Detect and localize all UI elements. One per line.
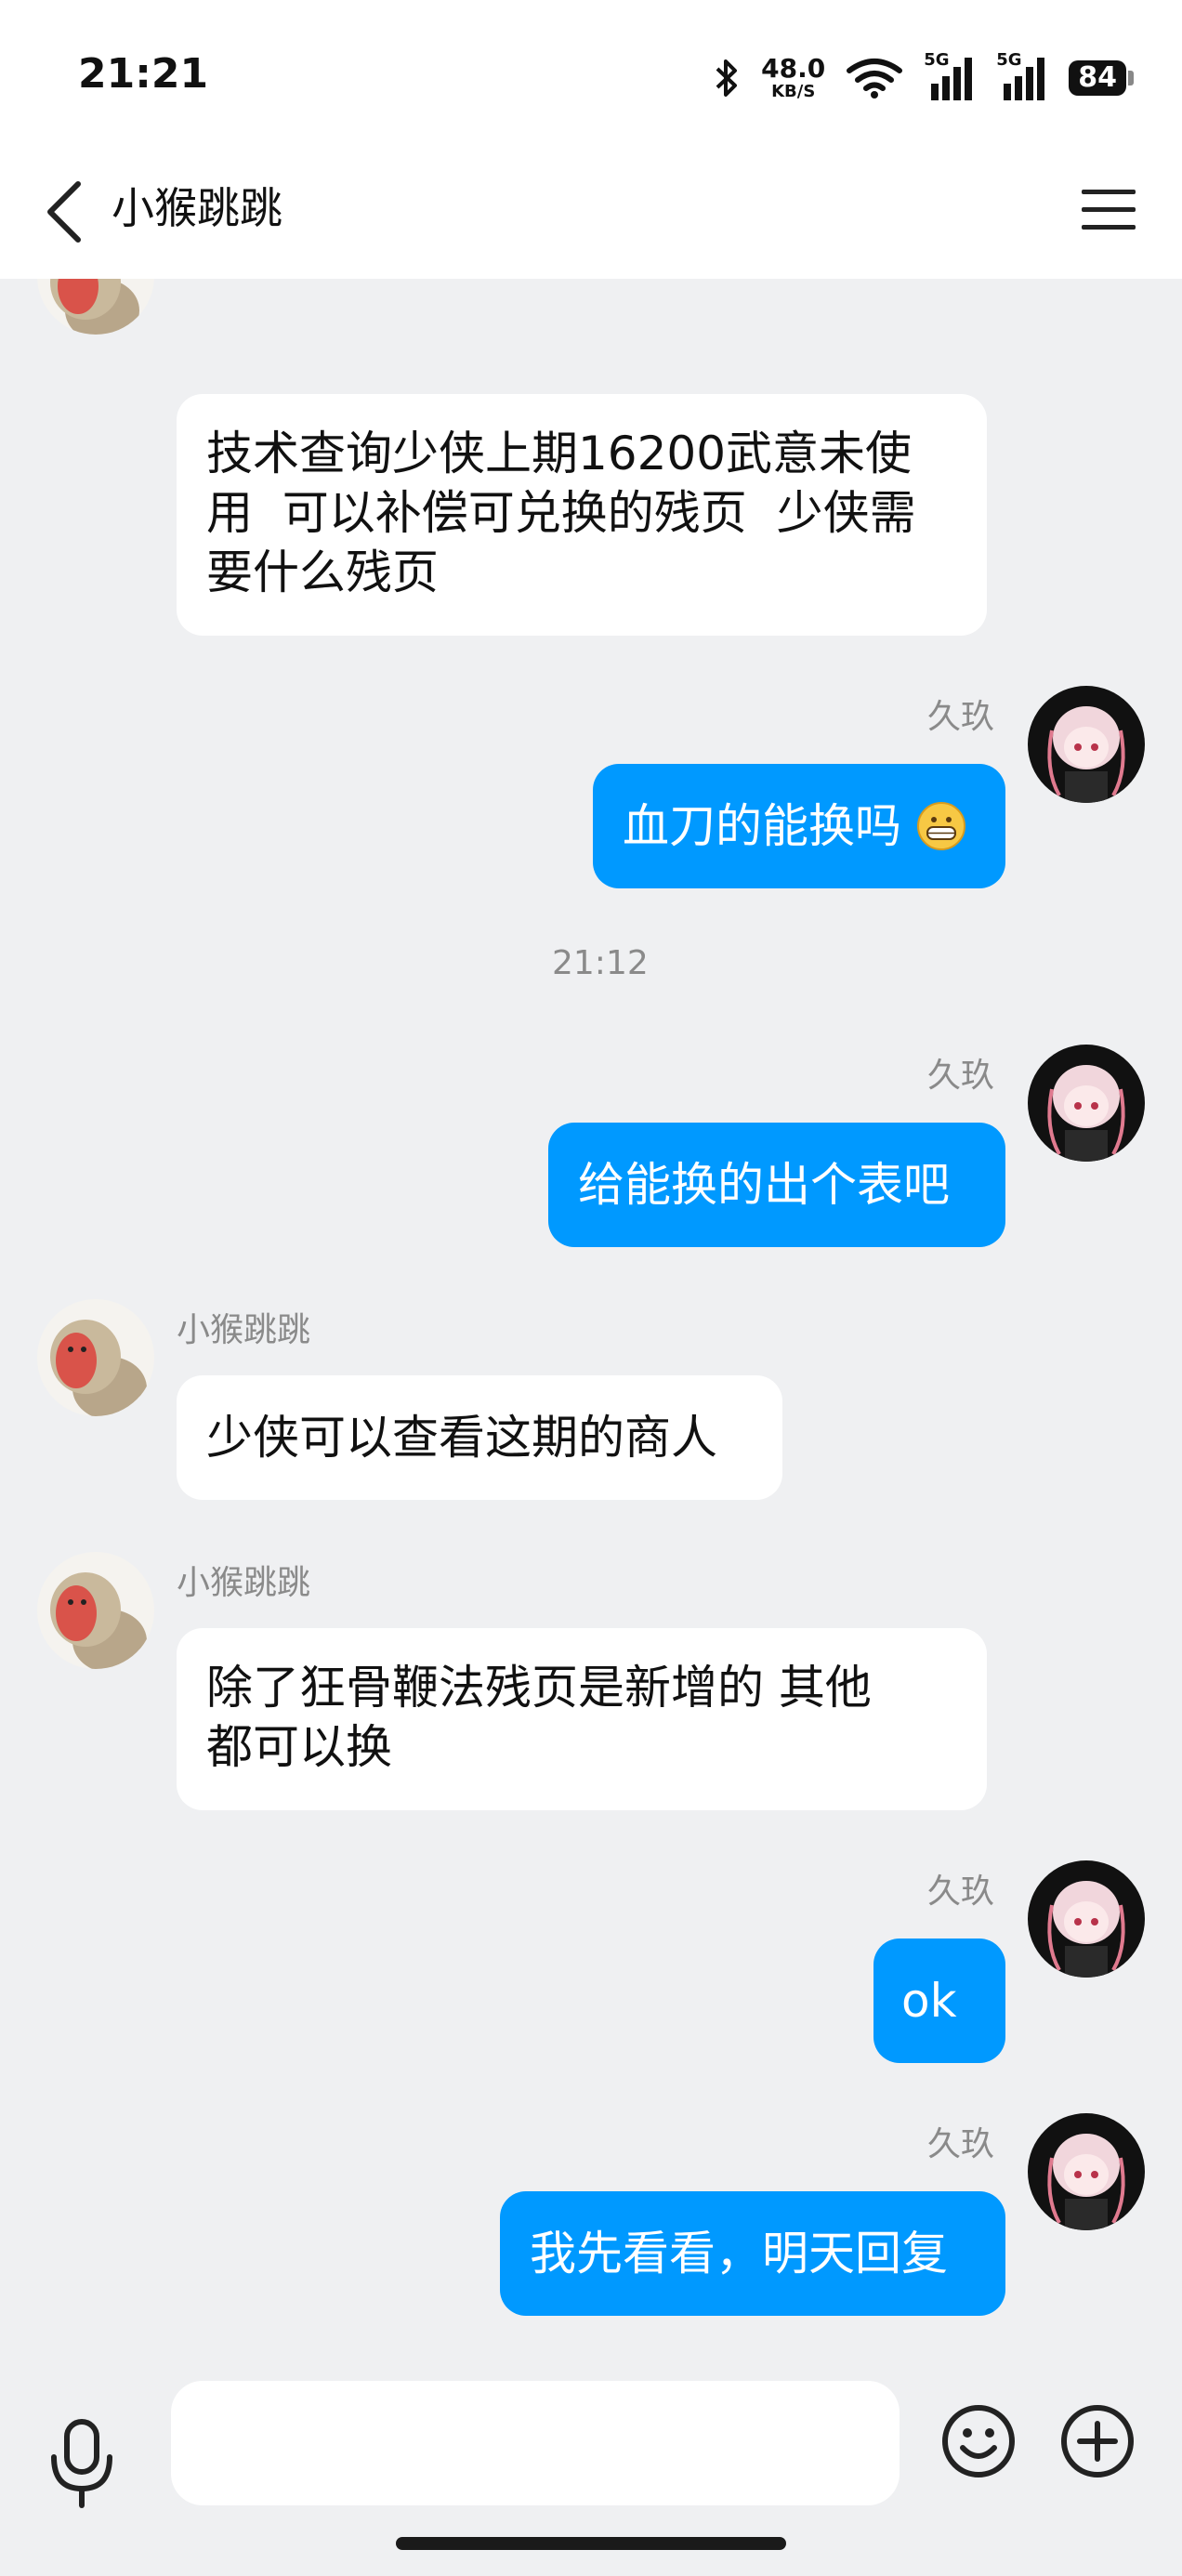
battery-tip bbox=[1128, 71, 1134, 85]
message-text: 除了狂骨鞭法残页是新增的 其他 bbox=[206, 1661, 872, 1715]
cell-signal-2: 5G bbox=[996, 50, 1048, 100]
sender-name: 小猴跳跳 bbox=[177, 1311, 311, 1349]
message-input[interactable] bbox=[171, 2381, 900, 2505]
message-text: 用 可以补偿可兑换的残页 少侠需 bbox=[206, 486, 916, 540]
contact-avatar[interactable] bbox=[37, 1299, 154, 1416]
message-bubble-outgoing[interactable]: 血刀的能换吗 bbox=[593, 764, 1005, 888]
menu-button[interactable] bbox=[1076, 177, 1141, 242]
status-icons: 48.0 KB/S 5G 5G 84 bbox=[713, 50, 1134, 104]
status-bar: 21:21 48.0 KB/S 5G 5G 84 bbox=[0, 0, 1182, 139]
emoji-button[interactable] bbox=[940, 2403, 1017, 2479]
message-bubble-outgoing[interactable]: 我先看看，明天回复 bbox=[500, 2191, 1005, 2316]
message-bubble-incoming[interactable]: 除了狂骨鞭法残页是新增的 其他 都可以换 bbox=[177, 1628, 987, 1810]
chat-title: 小猴跳跳 bbox=[112, 183, 282, 233]
message-bubble-incoming[interactable]: 少侠可以查看这期的商人 bbox=[177, 1375, 782, 1500]
sender-name: 久玖 bbox=[926, 2125, 994, 2163]
network-speed-value: 48.0 bbox=[761, 53, 826, 84]
message-text: ok bbox=[901, 1974, 957, 2028]
message-text: 我先看看，明天回复 bbox=[530, 2227, 948, 2280]
sender-name: 久玖 bbox=[926, 1873, 994, 1911]
home-indicator[interactable] bbox=[396, 2537, 786, 2550]
cell-signal-1-label: 5G bbox=[924, 50, 950, 70]
message-bubble-outgoing[interactable]: ok bbox=[873, 1939, 1005, 2063]
sender-name: 久玖 bbox=[926, 1057, 994, 1095]
user-avatar[interactable] bbox=[1028, 1045, 1145, 1162]
battery-indicator: 84 bbox=[1069, 60, 1134, 96]
contact-avatar[interactable] bbox=[37, 1552, 154, 1669]
cell-signal-1: 5G bbox=[924, 50, 976, 100]
message-text: 都可以换 bbox=[206, 1720, 392, 1774]
wifi-icon bbox=[847, 59, 903, 99]
grinning-face-emoji-icon bbox=[916, 802, 965, 850]
sender-name: 小猴跳跳 bbox=[177, 1564, 311, 1602]
bluetooth-icon bbox=[716, 59, 738, 97]
anime-girl-avatar-icon bbox=[1028, 1860, 1145, 1978]
chat-area[interactable]: 技术查询少侠上期16200武意未使 用 可以补偿可兑换的残页 少侠需 要什么残页… bbox=[0, 279, 1182, 2351]
cell-signal-2-label: 5G bbox=[996, 50, 1022, 70]
add-more-button[interactable] bbox=[1059, 2403, 1136, 2479]
message-bubble-incoming[interactable]: 技术查询少侠上期16200武意未使 用 可以补偿可兑换的残页 少侠需 要什么残页 bbox=[177, 394, 987, 636]
battery-level: 84 bbox=[1069, 60, 1126, 96]
network-speed-unit: KB/S bbox=[771, 82, 816, 101]
anime-girl-avatar-icon bbox=[1028, 686, 1145, 803]
message-text: 给能换的出个表吧 bbox=[578, 1158, 950, 1212]
message-bubble-outgoing[interactable]: 给能换的出个表吧 bbox=[548, 1123, 1005, 1247]
message-timestamp: 21:12 bbox=[552, 944, 649, 982]
monkey-avatar-icon bbox=[37, 1299, 154, 1416]
message-text: 技术查询少侠上期16200武意未使 bbox=[206, 427, 913, 480]
microphone-button[interactable] bbox=[46, 2416, 117, 2509]
user-avatar[interactable] bbox=[1028, 1860, 1145, 1978]
network-speed: 48.0 KB/S bbox=[761, 56, 825, 100]
back-button[interactable] bbox=[37, 175, 93, 249]
anime-girl-avatar-icon bbox=[1028, 1045, 1145, 1162]
message-text: 血刀的能换吗 bbox=[623, 799, 901, 853]
contact-avatar[interactable] bbox=[37, 279, 154, 335]
anime-girl-avatar-icon bbox=[1028, 2113, 1145, 2230]
message-text: 要什么残页 bbox=[206, 545, 439, 599]
monkey-avatar-icon bbox=[37, 1552, 154, 1669]
user-avatar[interactable] bbox=[1028, 2113, 1145, 2230]
user-avatar[interactable] bbox=[1028, 686, 1145, 803]
sender-name: 久玖 bbox=[926, 698, 994, 736]
status-time: 21:21 bbox=[78, 50, 209, 98]
message-text: 少侠可以查看这期的商人 bbox=[206, 1411, 717, 1465]
monkey-avatar-icon bbox=[37, 279, 154, 335]
